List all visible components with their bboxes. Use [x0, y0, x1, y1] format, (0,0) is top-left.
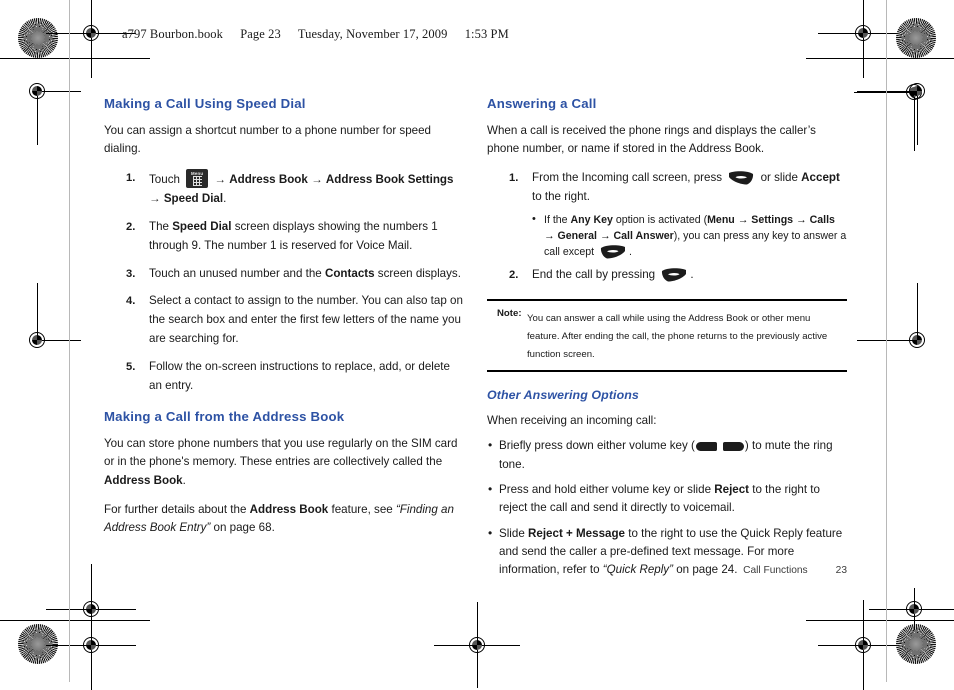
step-number: 5. [126, 360, 136, 373]
para-pre: You can store phone numbers that you use… [104, 437, 458, 469]
arrow-glyph: → [214, 173, 226, 187]
paragraph-address-book-reference: For further details about the Address Bo… [104, 501, 464, 538]
arrow-glyph: → [149, 192, 161, 206]
step-lead: From the Incoming call screen, press [532, 171, 723, 185]
answering-steps: 1. From the Incoming call screen, press … [487, 169, 847, 285]
header-filename: a797 Bourbon.book [122, 27, 223, 41]
step-post: . [690, 268, 694, 282]
step-bold: Speed Dial [172, 220, 232, 234]
heading-making-call-speed-dial: Making a Call Using Speed Dial [104, 96, 306, 111]
list-item: 5. Follow the on-screen instructions to r… [104, 358, 464, 396]
arrow-glyph: → [544, 230, 555, 243]
arrow-glyph: → [737, 214, 749, 227]
accept-label: Accept [801, 171, 840, 185]
para-mid: feature, see [328, 503, 396, 517]
sub-mid: option is activated ( [612, 214, 708, 227]
end-key-icon [600, 244, 626, 259]
step-mid: or slide [760, 171, 798, 185]
step-post: screen displays. [374, 266, 461, 280]
header-page-label: Page 23 [240, 27, 281, 41]
heading-other-answering-options: Other Answering Options [487, 388, 639, 403]
list-item: Briefly press down either volume key () … [487, 436, 847, 474]
note-label: Note: [497, 308, 522, 320]
step-trailing: . [223, 192, 227, 206]
manual-page: a797 Bourbon.book Page 23 Tuesday, Novem… [0, 0, 954, 682]
menu-path-calls: Calls [809, 214, 835, 227]
step-pre: Touch an unused number and the [149, 266, 325, 280]
step-lead: End the call by pressing [532, 268, 656, 282]
speed-dial-steps: 1. Touch Menu → Address Book → Address B… [104, 169, 464, 395]
other-answering-options-list: Briefly press down either volume key () … [487, 436, 847, 579]
volume-key-icon [695, 442, 744, 452]
step-post: to the right. [532, 190, 591, 204]
reject-label: Reject [714, 483, 750, 497]
bullet-pre: Slide [499, 526, 529, 540]
list-item: If the Any Key option is activated (Menu… [532, 211, 847, 260]
para-pre: For further details about the [104, 503, 250, 517]
footer-page-number: 23 [835, 565, 847, 576]
step-number: 3. [126, 267, 136, 280]
path-speed-dial: Speed Dial [163, 192, 224, 206]
step-number: 2. [126, 221, 136, 234]
any-key-label: Any Key [570, 214, 613, 227]
path-address-book: Address Book [229, 173, 308, 187]
list-item: 1. Touch Menu → Address Book → Address B… [104, 169, 464, 209]
step-pre: Select a contact to assign to the number… [149, 294, 463, 345]
document-header-line: a797 Bourbon.book Page 23 Tuesday, Novem… [122, 27, 509, 42]
right-column: Answering a Call When a call is received… [487, 96, 847, 587]
step-bold: Contacts [324, 266, 375, 280]
path-address-book-settings: Address Book Settings [325, 173, 454, 187]
header-date-label: Tuesday, November 17, 2009 [297, 27, 448, 41]
arrow-glyph: → [599, 230, 611, 243]
step-lead: Touch [149, 173, 180, 187]
list-item: 2. The Speed Dial screen displays showing… [104, 218, 464, 256]
bullet-pre: Press and hold either volume key or slid… [499, 483, 715, 497]
reject-message-label: Reject + Message [528, 526, 626, 540]
arrow-glyph: → [796, 214, 807, 227]
para-bold-address-book: Address Book [104, 473, 183, 487]
note-text: You can answer a call while using the Ad… [527, 313, 828, 361]
sub-post: . [629, 246, 632, 259]
menu-path-menu: Menu [707, 214, 735, 227]
left-column: Making a Call Using Speed Dial You can a… [104, 96, 464, 549]
step-number: 1. [509, 172, 519, 185]
list-item: 2. End the call by pressing . [487, 266, 847, 285]
header-time-label: 1:53 PM [464, 27, 509, 41]
list-item: 3. Touch an unused number and the Contact… [104, 265, 464, 284]
page-footer: Call Functions 23 [487, 565, 847, 576]
menu-path-call-answer: Call Answer [613, 230, 674, 243]
note-box: Note: You can answer a call while using … [487, 299, 847, 373]
list-item: 4. Select a contact to assign to the numb… [104, 292, 464, 348]
footer-chapter-title: Call Functions [743, 565, 808, 576]
sub-pre: If the [544, 214, 571, 227]
intro-speed-dial: You can assign a shortcut number to a ph… [104, 123, 431, 156]
arrow-glyph: → [311, 173, 323, 187]
intro-answering-call: When a call is received the phone rings … [487, 123, 816, 156]
para-bold-address-book: Address Book [249, 503, 329, 517]
para-post: on page 68. [210, 521, 275, 535]
step-number: 4. [126, 295, 136, 308]
end-key-icon [661, 267, 687, 282]
heading-making-call-address-book: Making a Call from the Address Book [104, 409, 345, 425]
step-pre: Follow the on-screen instructions to rep… [149, 359, 450, 392]
menu-key-icon: Menu [186, 169, 209, 189]
step-number: 1. [126, 172, 136, 185]
heading-answering-a-call: Answering a Call [487, 96, 597, 111]
para-post: . [182, 473, 186, 487]
step-number: 2. [509, 269, 519, 282]
menu-path-general: General [557, 230, 597, 243]
menu-path-settings: Settings [751, 214, 794, 227]
any-key-subbullet-list: If the Any Key option is activated (Menu… [532, 211, 847, 260]
send-key-icon [728, 170, 754, 185]
list-item: Press and hold either volume key or slid… [487, 480, 847, 518]
step-pre: The [149, 220, 173, 234]
paragraph-address-book-storage: You can store phone numbers that you use… [104, 435, 464, 490]
bullet-pre: Briefly press down either volume key ( [499, 439, 695, 453]
intro-other-answering-options: When receiving an incoming call: [487, 414, 657, 428]
list-item: 1. From the Incoming call screen, press … [487, 169, 847, 260]
